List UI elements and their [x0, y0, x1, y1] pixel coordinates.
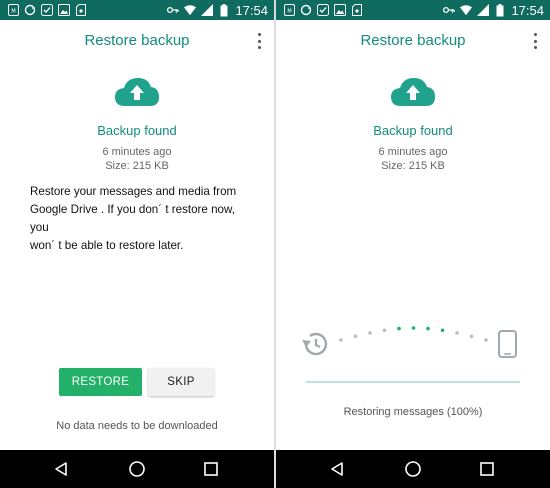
battery-icon: [218, 3, 230, 16]
sync-icon: [300, 4, 312, 16]
restore-message-line-1: Restore your messages and media from: [30, 185, 237, 198]
progress-fill: [306, 381, 520, 383]
backup-size: Size: 215 KB: [105, 160, 169, 172]
backup-age: 6 minutes ago: [102, 146, 172, 158]
page-title: Restore backup: [360, 32, 466, 49]
restore-message-line-3: won´ t be able to restore later.: [30, 239, 184, 252]
cloud-upload-icon: [113, 74, 161, 110]
wifi-icon: [184, 4, 197, 16]
wifi-icon: [460, 4, 473, 16]
sync-icon: [24, 4, 36, 16]
backup-size: Size: 215 KB: [381, 160, 445, 172]
restore-animation: [301, 320, 526, 370]
svg-text:M: M: [11, 9, 15, 15]
status-time: 17:54: [235, 2, 268, 18]
image-icon: [58, 4, 70, 16]
back-icon[interactable]: [51, 459, 71, 479]
backup-found-heading: Backup found: [373, 123, 453, 138]
sd-card-icon: [351, 4, 363, 16]
navigation-bar: [276, 450, 550, 488]
progress-dot: [382, 328, 387, 333]
download-note: No data needs to be downloaded: [56, 420, 218, 432]
more-vertical-icon[interactable]: [532, 33, 538, 49]
progress-dot: [368, 331, 372, 335]
home-icon[interactable]: [127, 459, 147, 479]
backup-found-heading: Backup found: [97, 123, 177, 138]
back-icon[interactable]: [327, 459, 347, 479]
key-icon: [443, 4, 456, 16]
cloud-upload-icon: [389, 74, 437, 110]
status-time: 17:54: [511, 2, 544, 18]
progress-dot: [353, 334, 358, 339]
image-icon: [334, 4, 346, 16]
progress-dot: [339, 338, 343, 342]
right-phone-screen: M 17:54 Restore backup Backup found 6 mi…: [276, 0, 550, 488]
progress-dot: [411, 326, 416, 330]
battery-icon: [494, 3, 506, 16]
page-title: Restore backup: [84, 32, 190, 49]
sim-icon: M: [283, 4, 295, 16]
more-vertical-icon[interactable]: [256, 33, 262, 49]
status-bar: M 17:54: [276, 0, 550, 20]
navigation-bar: [0, 450, 274, 488]
progress-dot: [426, 326, 430, 331]
whatsapp-status-icon: [317, 4, 329, 16]
sd-card-icon: [75, 4, 87, 16]
status-bar: M 17:54: [0, 0, 274, 20]
restore-status: Restoring messages (100%): [343, 406, 483, 418]
progress-dot: [484, 338, 488, 342]
progress-bar: [306, 381, 520, 383]
left-phone-screen: M 17:54 Restore backup Backup found 6 mi…: [0, 0, 274, 488]
skip-button[interactable]: SKIP: [148, 368, 214, 396]
signal-icon: [477, 4, 490, 16]
recents-icon[interactable]: [201, 459, 221, 479]
key-icon: [167, 4, 180, 16]
progress-dot: [397, 326, 401, 331]
restore-message: Restore your messages and media from Goo…: [30, 183, 250, 255]
phone-icon: [498, 330, 517, 358]
restore-button[interactable]: RESTORE: [59, 368, 142, 396]
progress-dot: [455, 331, 459, 335]
history-icon: [302, 332, 328, 356]
recents-icon[interactable]: [477, 459, 497, 479]
signal-icon: [201, 4, 214, 16]
progress-dots: [339, 326, 488, 342]
restore-message-line-2: Google Drive . If you don´ t restore now…: [30, 203, 235, 234]
progress-dot: [469, 334, 474, 339]
svg-text:M: M: [287, 9, 291, 15]
whatsapp-status-icon: [41, 4, 53, 16]
home-icon[interactable]: [403, 459, 423, 479]
backup-age: 6 minutes ago: [378, 146, 448, 158]
sim-icon: M: [7, 4, 19, 16]
progress-dot: [440, 328, 445, 333]
